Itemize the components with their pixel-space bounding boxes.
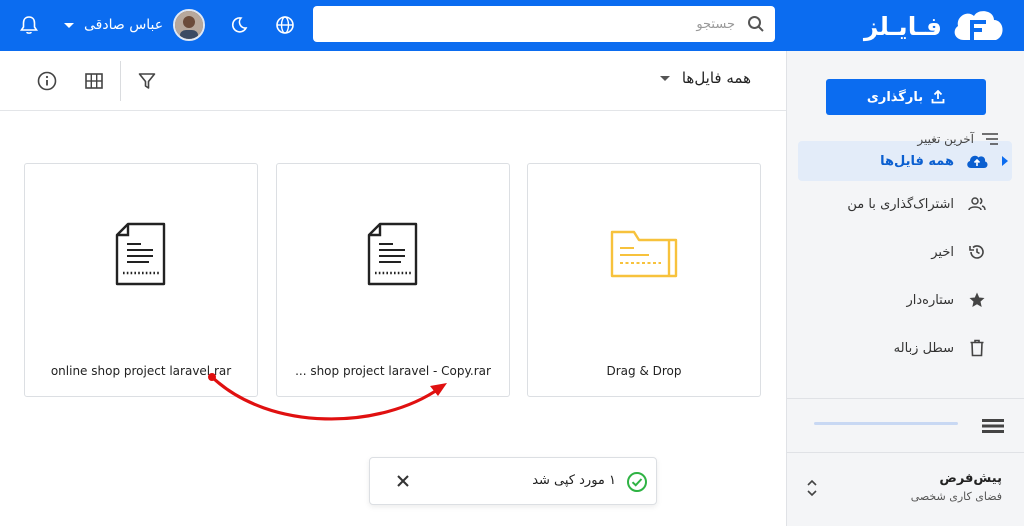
toast-message: ۱ مورد کپی شد (532, 473, 616, 488)
check-circle-icon (627, 472, 647, 492)
folder-icon (610, 230, 678, 278)
folder-title: همه فایل‌ها (681, 69, 751, 87)
workspace-title: پیش‌فرض (939, 471, 1002, 486)
info-icon[interactable] (35, 69, 59, 93)
history-icon (964, 243, 990, 261)
search-icon (748, 16, 764, 32)
sort-selector[interactable]: آخرین تغییر (917, 132, 998, 146)
sidebar-item-label: اشتراک‌گذاری با من (847, 196, 954, 212)
sidebar-item-label: سطل زباله (893, 340, 954, 356)
workspace-subtitle: فضای کاری شخصی (910, 490, 1002, 503)
sidebar-item-starred[interactable]: ستاره‌دار (798, 280, 1012, 320)
grid-view-icon[interactable] (82, 69, 106, 93)
card-name: shop project laravel - Copy.rar ... (295, 364, 491, 378)
logo-text: فـایـلز (864, 11, 942, 41)
sidebar-item-label: اخیر (931, 244, 954, 260)
divider (787, 452, 1024, 453)
sidebar-item-label: ستاره‌دار (906, 292, 954, 308)
upload-icon (931, 90, 945, 104)
sidebar-item-recent[interactable]: اخیر (798, 232, 1012, 272)
cloud-upload-icon (964, 152, 990, 170)
upload-label: بارگذاری (866, 89, 924, 105)
upload-button[interactable]: بارگذاری (826, 79, 986, 115)
star-icon (964, 291, 990, 309)
sidebar-item-all-files[interactable]: همه فایل‌ها (798, 141, 1012, 181)
toolbar: همه فایل‌ها (0, 51, 786, 111)
active-indicator-icon (1002, 156, 1008, 166)
file-icon (367, 222, 418, 286)
people-icon (964, 196, 990, 212)
workspace-switcher[interactable]: پیش‌فرض فضای کاری شخصی (806, 471, 1002, 511)
storage-icon[interactable] (982, 419, 1004, 433)
language-icon[interactable] (273, 13, 297, 37)
divider (787, 398, 1024, 399)
user-menu[interactable]: عباس صادقی (64, 8, 206, 42)
sidebar: بارگذاری همه فایل‌ها اشتراک‌گذاری با من (786, 51, 1024, 526)
card-name: Drag & Drop (606, 364, 682, 378)
file-icon (115, 222, 166, 286)
file-card[interactable]: online shop project laravel.rar (24, 163, 258, 397)
filter-icon[interactable] (135, 69, 159, 93)
search-input[interactable] (313, 6, 775, 42)
sidebar-item-label: همه فایل‌ها (880, 153, 954, 169)
app-logo[interactable]: فـایـلز (864, 6, 1006, 46)
card-name: online shop project laravel.rar (50, 364, 232, 378)
file-card[interactable]: shop project laravel - Copy.rar ... (276, 163, 510, 397)
dark-mode-icon[interactable] (227, 13, 251, 37)
folder-selector[interactable]: همه فایل‌ها (659, 69, 751, 87)
app-header: فـایـلز عباس صادقی (0, 0, 1024, 51)
close-icon[interactable] (396, 474, 410, 488)
folder-card[interactable]: Drag & Drop (527, 163, 761, 397)
trash-icon (964, 339, 990, 357)
sidebar-item-trash[interactable]: سطل زباله (798, 328, 1012, 368)
sort-label: آخرین تغییر (917, 132, 974, 146)
user-name: عباس صادقی (84, 17, 164, 33)
logo-icon (954, 11, 1003, 41)
search-box[interactable] (313, 6, 775, 42)
storage-usage-bar (814, 422, 958, 425)
notification-bell-icon[interactable] (17, 13, 41, 37)
toast-notification: ۱ مورد کپی شد (369, 457, 657, 505)
chevron-down-icon (659, 75, 670, 81)
divider (120, 61, 121, 101)
sidebar-item-shared-with-me[interactable]: اشتراک‌گذاری با من (798, 184, 1012, 224)
chevron-up-down-icon (807, 479, 817, 497)
avatar (173, 9, 206, 41)
chevron-down-icon (64, 22, 74, 28)
sort-icon (982, 133, 998, 145)
